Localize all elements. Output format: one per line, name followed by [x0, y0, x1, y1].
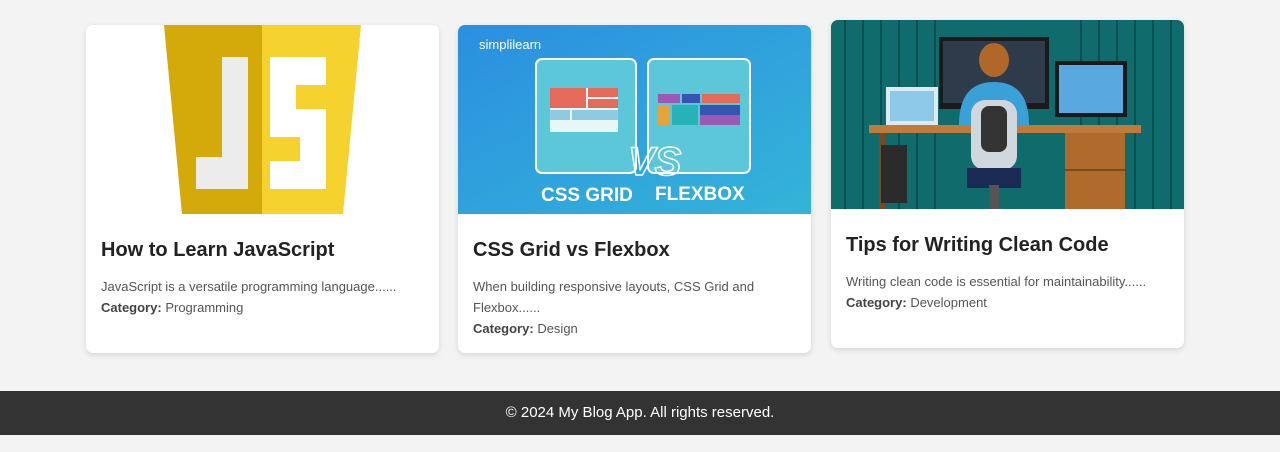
vs-text: VS	[628, 140, 682, 184]
post-description: Writing clean code is essential for main…	[846, 274, 1147, 289]
category-label: Category:	[846, 295, 907, 310]
post-image: JS	[86, 25, 439, 214]
post-category: Category: Design	[473, 318, 796, 339]
javascript-logo-icon: JS	[86, 25, 439, 214]
post-title[interactable]: How to Learn JavaScript	[101, 238, 424, 262]
post-category: Category: Programming	[101, 297, 424, 318]
category-value: Design	[537, 321, 578, 336]
post-title[interactable]: CSS Grid vs Flexbox	[473, 238, 796, 262]
category-label: Category:	[473, 321, 534, 336]
developer-at-desk-illustration	[831, 20, 1184, 209]
post-card[interactable]: JS How to Learn JavaScript JavaScript is…	[86, 25, 439, 353]
brand-logo: simplilearn	[479, 37, 541, 52]
post-description: JavaScript is a versatile programming la…	[101, 279, 397, 294]
post-title[interactable]: Tips for Writing Clean Code	[846, 233, 1169, 257]
category-value: Programming	[165, 300, 244, 315]
post-category: Category: Development	[846, 292, 1169, 313]
flexbox-text: FLEXBOX	[655, 184, 745, 205]
post-image: simplilearn VS CSS GRID FLEXBOX	[458, 25, 811, 214]
footer-text: © 2024 My Blog App. All rights reserved.	[505, 404, 775, 421]
category-value: Development	[910, 295, 987, 310]
post-image	[831, 20, 1184, 209]
css-grid-vs-flexbox-banner: simplilearn VS CSS GRID FLEXBOX	[458, 25, 811, 214]
post-description: When building responsive layouts, CSS Gr…	[473, 279, 755, 315]
category-label: Category:	[101, 300, 162, 315]
post-card[interactable]: simplilearn VS CSS GRID FLEXBOX CSS Grid…	[458, 25, 811, 353]
post-card[interactable]: Tips for Writing Clean Code Writing clea…	[831, 20, 1184, 348]
css-grid-text: CSS GRID	[541, 185, 633, 206]
footer: © 2024 My Blog App. All rights reserved.	[0, 391, 1280, 435]
